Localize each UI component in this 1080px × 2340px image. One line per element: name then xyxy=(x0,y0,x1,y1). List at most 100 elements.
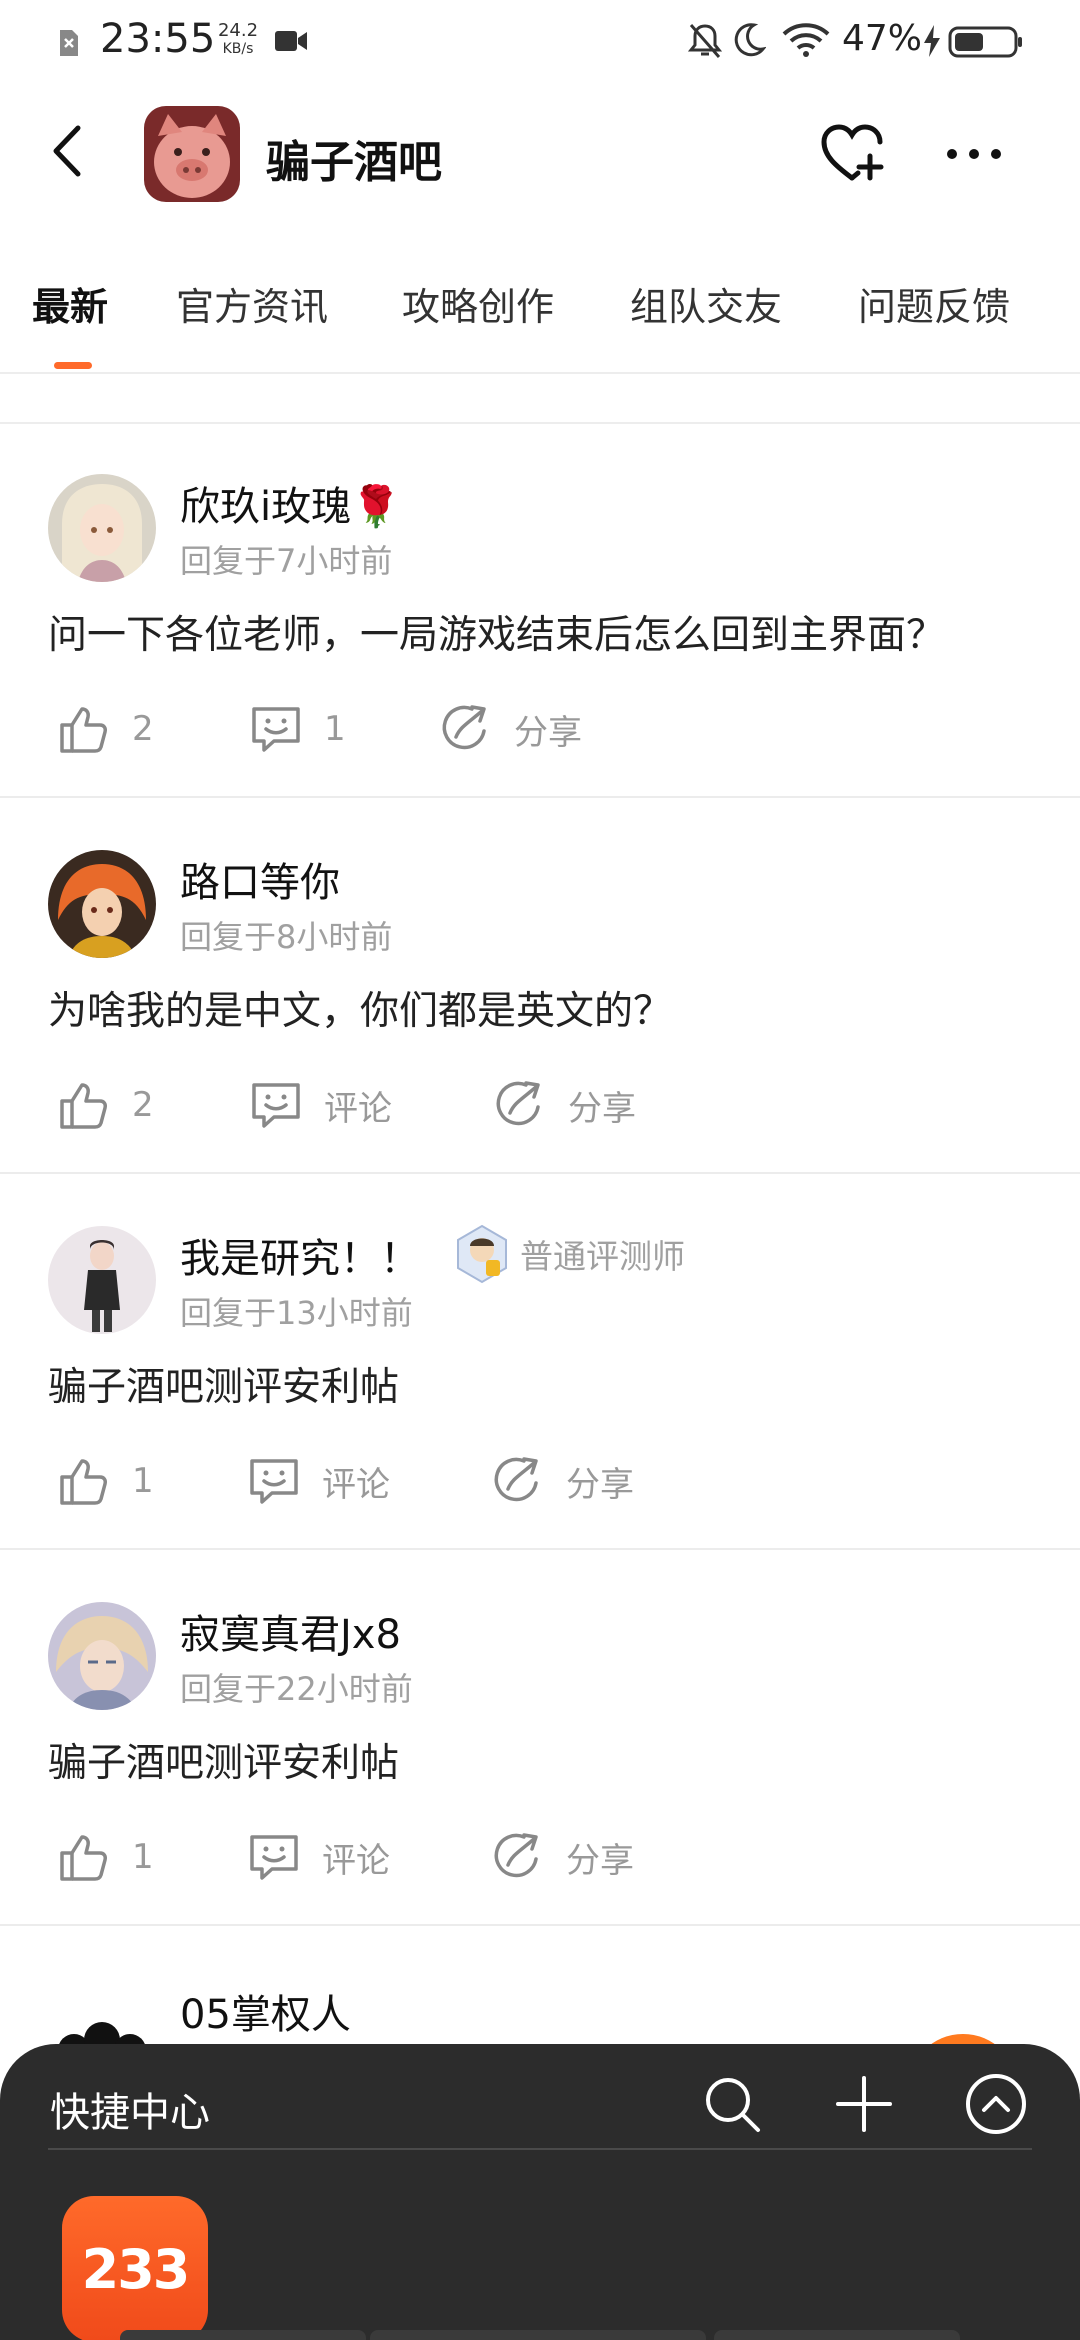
net-speed-value: 24.2 xyxy=(217,20,259,41)
post-content[interactable]: 骗子酒吧测评安利帖 xyxy=(48,1732,399,1788)
quick-center-title: 快捷中心 xyxy=(50,2090,210,2136)
thumbs-up-icon xyxy=(60,1459,107,1505)
tab-official-news[interactable]: 官方资讯 xyxy=(176,276,328,331)
reply-time: 回复于8小时前 xyxy=(180,918,393,956)
quick-item-stub xyxy=(370,2330,706,2340)
share-icon xyxy=(494,1457,538,1502)
comment-button[interactable]: 评论 xyxy=(246,1446,390,1516)
user-avatar-image xyxy=(48,1602,156,1710)
username[interactable]: 我是研究！！ xyxy=(180,1226,420,1284)
post-content[interactable]: 问一下各位老师，一局游戏结束后怎么回到主界面？ xyxy=(48,604,945,660)
header: 骗子酒吧 xyxy=(0,96,1080,216)
post-actions: 1 评论 分享 xyxy=(0,1446,1080,1516)
comment-button[interactable]: 1 xyxy=(248,694,346,764)
share-button[interactable]: 分享 xyxy=(492,1070,636,1140)
thumbs-up-icon xyxy=(60,1835,107,1881)
share-icon xyxy=(494,1833,538,1878)
group-avatar[interactable] xyxy=(144,106,240,202)
quick-center-panel: 快捷中心 233 xyxy=(0,2044,1080,2340)
like-count: 1 xyxy=(132,1461,154,1501)
reply-time: 回复于22小时前 xyxy=(180,1670,413,1708)
like-count: 2 xyxy=(132,709,154,749)
like-button[interactable]: 1 xyxy=(56,1822,154,1892)
username[interactable]: 寂寞真君Jx8 xyxy=(180,1602,401,1660)
collapse-up-icon[interactable] xyxy=(960,2068,1032,2140)
tab-feedback[interactable]: 问题反馈 xyxy=(858,276,1010,331)
comment-icon xyxy=(250,1835,298,1880)
tab-guides[interactable]: 攻略创作 xyxy=(402,276,554,331)
charging-icon xyxy=(924,25,940,57)
username[interactable]: 欣玖i玫瑰🌹 xyxy=(180,474,401,532)
share-label: 分享 xyxy=(566,1840,634,1881)
post-actions: 2 1 分享 xyxy=(0,694,1080,764)
post-item[interactable]: 欣玖i玫瑰🌹 回复于7小时前 问一下各位老师，一局游戏结束后怎么回到主界面？ 2… xyxy=(0,424,1080,798)
user-avatar-image xyxy=(48,850,156,958)
post-content[interactable]: 为啥我的是中文，你们都是英文的？ xyxy=(48,980,672,1036)
wifi-icon xyxy=(782,23,830,57)
post-item[interactable]: 路口等你 回复于8小时前 为啥我的是中文，你们都是英文的？ 2 评论 分享 xyxy=(0,800,1080,1174)
tab-team-up[interactable]: 组队交友 xyxy=(630,276,782,331)
avatar[interactable] xyxy=(48,474,156,582)
page-title: 骗子酒吧 xyxy=(266,137,442,188)
tab-latest[interactable]: 最新 xyxy=(32,276,108,331)
status-time: 23:55 xyxy=(100,16,216,62)
reply-time: 回复于7小时前 xyxy=(180,542,393,580)
battery-percent: 47% xyxy=(842,18,923,59)
user-avatar-image xyxy=(48,1226,156,1334)
mute-bell-icon xyxy=(688,24,722,58)
share-button[interactable]: 分享 xyxy=(490,1446,634,1516)
more-dots-icon[interactable] xyxy=(940,120,1008,188)
comment-label: 评论 xyxy=(322,1464,390,1505)
username[interactable]: 路口等你 xyxy=(180,850,340,908)
reviewer-badge-icon xyxy=(457,1224,507,1284)
post-content[interactable]: 骗子酒吧测评安利帖 xyxy=(48,1356,399,1412)
battery-icon xyxy=(948,26,1022,58)
avatar[interactable] xyxy=(48,1226,156,1334)
comment-label: 评论 xyxy=(322,1840,390,1881)
comment-count: 1 xyxy=(324,709,346,749)
tab-indicator xyxy=(54,362,92,369)
thumbs-up-icon xyxy=(60,707,107,753)
video-camera-icon xyxy=(275,31,307,51)
like-count: 2 xyxy=(132,1085,154,1125)
back-arrow-icon[interactable] xyxy=(40,116,100,186)
comment-button[interactable]: 评论 xyxy=(248,1070,392,1140)
comment-label: 评论 xyxy=(324,1088,392,1129)
quick-item-stub xyxy=(120,2330,366,2340)
post-item[interactable]: 我是研究！！ 普通评测师 回复于13小时前 骗子酒吧测评安利帖 1 评论 分享 xyxy=(0,1176,1080,1550)
net-speed-unit: KB/s xyxy=(222,41,254,57)
reply-time: 回复于13小时前 xyxy=(180,1294,413,1332)
badge-label: 普通评测师 xyxy=(520,1237,685,1276)
share-icon xyxy=(442,705,486,750)
like-button[interactable]: 1 xyxy=(56,1446,154,1516)
username[interactable]: 05掌权人 xyxy=(180,1982,351,2040)
post-item[interactable]: 寂寞真君Jx8 回复于22小时前 骗子酒吧测评安利帖 1 评论 分享 xyxy=(0,1552,1080,1926)
status-bar: 23:55 24.2 KB/s 47% xyxy=(0,0,1080,86)
like-button[interactable]: 2 xyxy=(56,694,154,764)
sim-off-icon xyxy=(60,30,78,56)
avatar[interactable] xyxy=(48,850,156,958)
follow-heart-icon[interactable] xyxy=(818,120,886,188)
post-item-partial[interactable]: 05掌权人 xyxy=(0,1932,1080,2088)
app-233-shortcut[interactable]: 233 xyxy=(62,2196,208,2340)
app-233-label: 233 xyxy=(81,2237,191,2301)
share-button[interactable]: 分享 xyxy=(438,694,582,764)
post-actions: 2 评论 分享 xyxy=(0,1070,1080,1140)
share-label: 分享 xyxy=(568,1088,636,1129)
reviewer-badge: 普通评测师 xyxy=(454,1224,685,1284)
add-icon[interactable] xyxy=(828,2068,900,2140)
post-actions: 1 评论 分享 xyxy=(0,1822,1080,1892)
like-button[interactable]: 2 xyxy=(56,1070,154,1140)
quick-item-stub xyxy=(714,2330,960,2340)
moon-icon xyxy=(734,23,766,57)
quick-center-divider xyxy=(48,2148,1032,2150)
share-button[interactable]: 分享 xyxy=(490,1822,634,1892)
category-tabs: 最新 官方资讯 攻略创作 组队交友 问题反馈 xyxy=(0,262,1080,372)
net-speed: 24.2 KB/s xyxy=(213,22,263,58)
comment-icon xyxy=(252,707,300,752)
comment-button[interactable]: 评论 xyxy=(246,1822,390,1892)
like-count: 1 xyxy=(132,1837,154,1877)
search-icon[interactable] xyxy=(696,2068,768,2140)
avatar[interactable] xyxy=(48,1602,156,1710)
comment-icon xyxy=(250,1459,298,1504)
